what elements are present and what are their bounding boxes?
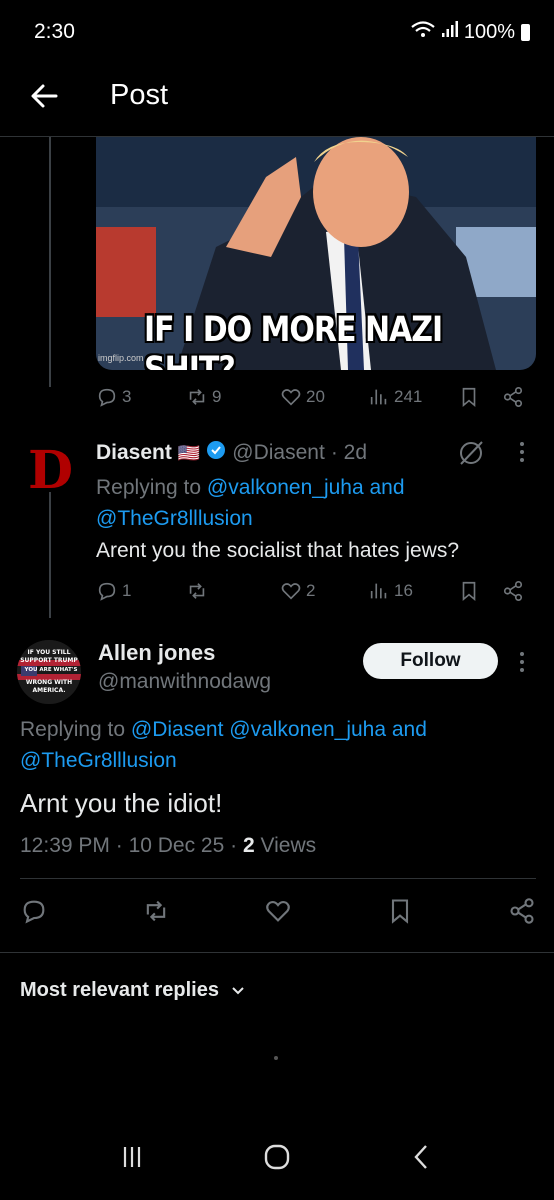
author-name[interactable]: Allen jones — [98, 640, 215, 666]
replies-sort-dropdown[interactable]: Most relevant replies — [20, 979, 245, 1002]
share-icon — [503, 581, 523, 601]
status-time: 2:30 — [34, 20, 75, 43]
share-action[interactable] — [502, 386, 524, 408]
post-action-bar — [20, 897, 536, 925]
verified-icon — [206, 440, 226, 466]
reply-action[interactable]: 1 — [96, 580, 131, 602]
share-action[interactable] — [502, 580, 524, 602]
replying-to: Replying to @Diasent @valkonen_juha and … — [20, 718, 427, 772]
post-image[interactable]: IF I DO MORE NAZI SHIT? imgflip.com — [96, 137, 536, 370]
page-title: Post — [110, 79, 169, 111]
battery-icon — [521, 23, 530, 41]
meme-caption: IF I DO MORE NAZI SHIT? — [144, 309, 443, 370]
divider — [20, 878, 536, 879]
like-count: 2 — [306, 581, 316, 600]
thread-line — [49, 492, 51, 618]
views-count: 16 — [394, 581, 413, 600]
views-icon — [370, 389, 387, 405]
avatar[interactable]: IF YOU STILL SUPPORT TRUMP YOU ARE WHAT'… — [17, 640, 81, 704]
post-date: 10 Dec 25 — [128, 834, 225, 857]
heart-icon[interactable] — [264, 897, 292, 925]
divider — [0, 952, 554, 953]
repost-action[interactable] — [186, 580, 208, 602]
follow-button[interactable]: Follow — [363, 643, 498, 679]
views-count: 2 — [242, 834, 255, 857]
signal-icon — [441, 20, 458, 44]
bookmark-action[interactable] — [458, 580, 480, 602]
replies-sort-label: Most relevant replies — [20, 979, 219, 1001]
share-icon — [503, 387, 523, 407]
author-name[interactable]: Diasent — [96, 441, 172, 465]
status-icons: 100% — [410, 20, 530, 44]
svg-text:AMERICA.: AMERICA. — [32, 687, 65, 694]
author-handle[interactable]: @manwithnodawg — [98, 670, 271, 694]
views-action[interactable]: 16 — [368, 580, 413, 602]
back-icon[interactable] — [405, 1140, 439, 1174]
svg-text:IF YOU STILL: IF YOU STILL — [28, 649, 71, 656]
like-count: 20 — [306, 387, 325, 406]
like-action[interactable]: 20 — [280, 386, 325, 408]
grok-icon[interactable] — [456, 438, 486, 473]
bookmark-icon — [462, 581, 476, 602]
meme-watermark: imgflip.com — [98, 353, 144, 363]
bookmark-icon — [462, 387, 476, 408]
like-action[interactable]: 2 — [280, 580, 315, 602]
back-arrow-icon[interactable] — [26, 78, 62, 114]
heart-icon — [281, 583, 301, 600]
reply-action[interactable]: 3 — [96, 386, 131, 408]
post-age: · 2d — [330, 441, 367, 464]
reply-text: Arent you the socialist that hates jews? — [96, 539, 460, 562]
heart-icon — [281, 389, 301, 406]
views-icon — [370, 583, 387, 599]
svg-text:WRONG WITH: WRONG WITH — [26, 679, 72, 686]
avatar[interactable]: D — [20, 440, 76, 501]
repost-icon — [189, 583, 205, 599]
reply-icon — [98, 388, 116, 407]
svg-text:D: D — [28, 440, 73, 496]
views-label[interactable]: Views — [261, 834, 317, 857]
recent-apps-icon[interactable] — [115, 1140, 149, 1174]
post-time: 12:39 PM — [20, 834, 110, 857]
home-icon[interactable] — [260, 1140, 294, 1174]
views-count: 241 — [394, 387, 423, 406]
post-text: Arnt you the idiot! — [20, 788, 223, 818]
chevron-down-icon — [232, 986, 244, 994]
bookmark-action[interactable] — [458, 386, 480, 408]
bookmark-icon[interactable] — [386, 897, 414, 925]
reply-icon — [98, 582, 116, 601]
post-meta: 12:39 PM · 10 Dec 25 · 2 Views — [20, 834, 317, 857]
flag-icon: 🇺🇸 — [177, 442, 201, 463]
battery-percent: 100% — [463, 20, 515, 43]
reply-count: 3 — [122, 387, 132, 406]
more-options-icon[interactable] — [518, 440, 526, 470]
thread-line — [49, 137, 51, 387]
repost-count: 9 — [212, 387, 222, 406]
repost-icon — [189, 389, 205, 405]
svg-text:YOU ARE WHAT'S: YOU ARE WHAT'S — [24, 667, 78, 673]
repost-icon[interactable] — [142, 897, 170, 925]
reply-header: Diasent 🇺🇸 @Diasent · 2d — [96, 440, 367, 466]
more-options-icon[interactable] — [518, 650, 526, 680]
svg-text:SUPPORT TRUMP: SUPPORT TRUMP — [20, 657, 78, 664]
system-nav-bar — [0, 1140, 554, 1174]
replying-to: Replying to @valkonen_juha and @TheGr8ll… — [96, 476, 405, 530]
wifi-icon — [410, 20, 436, 44]
views-action[interactable]: 241 — [368, 386, 422, 408]
repost-action[interactable]: 9 — [186, 386, 221, 408]
reply-count: 1 — [122, 581, 132, 600]
author-handle[interactable]: @Diasent — [232, 441, 325, 465]
reply-icon[interactable] — [20, 897, 48, 925]
share-icon[interactable] — [508, 897, 536, 925]
loading-indicator — [274, 1056, 278, 1060]
